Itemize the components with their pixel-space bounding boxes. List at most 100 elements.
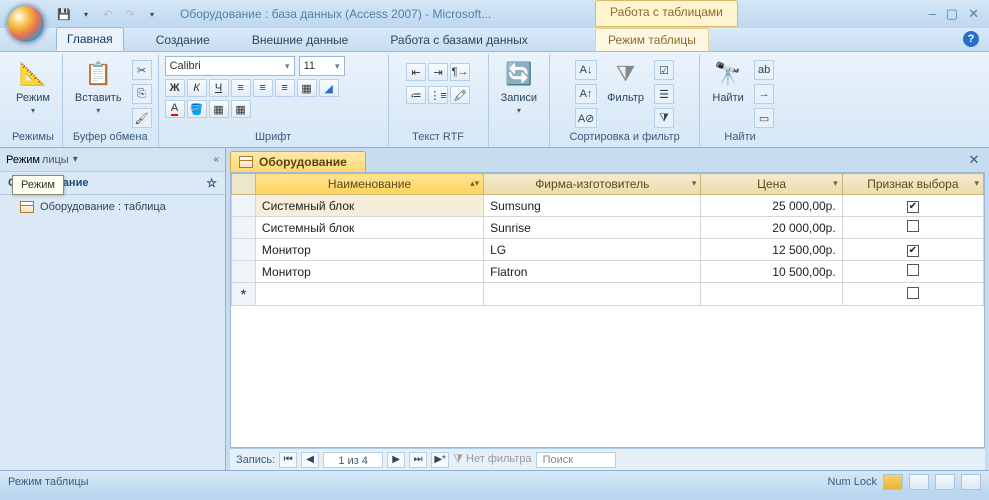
last-record-button[interactable]: ⏭ [409, 452, 427, 468]
align-right-button[interactable]: ≡ [275, 79, 295, 97]
cell-price[interactable]: 12 500,00р. [701, 239, 842, 261]
tab-home[interactable]: Главная [56, 27, 124, 51]
cell-flag[interactable]: ✔ [842, 239, 983, 261]
align-left-button[interactable]: ≡ [231, 79, 251, 97]
cell-price[interactable]: 10 500,00р. [701, 261, 842, 283]
document-tab[interactable]: Оборудование [230, 151, 366, 172]
row-selector[interactable] [232, 261, 256, 283]
record-search-field[interactable]: Поиск [536, 452, 616, 468]
row-selector[interactable] [232, 239, 256, 261]
indent-inc-button[interactable]: ⇥ [428, 63, 448, 81]
font-size-combo[interactable]: 11▾ [299, 56, 345, 76]
close-button[interactable]: ✕ [968, 6, 979, 22]
pivotchart-view-button[interactable] [935, 474, 955, 490]
sort-asc-button[interactable]: A↓ [575, 60, 597, 80]
select-button[interactable]: ▭ [754, 108, 774, 128]
office-button[interactable] [6, 4, 46, 44]
clear-sort-button[interactable]: A⊘ [575, 108, 597, 128]
cell-flag[interactable] [842, 261, 983, 283]
chevron-down-icon[interactable]: ▾ [73, 154, 78, 165]
table-row[interactable]: Системный блокSunrise20 000,00р. [232, 217, 984, 239]
grid2-button[interactable]: ▦ [231, 100, 251, 118]
restore-button[interactable]: ▢ [946, 6, 958, 22]
table-row[interactable]: МониторFlatron10 500,00р. [232, 261, 984, 283]
highlight-button[interactable]: 🖍 [450, 86, 470, 104]
cell-name[interactable]: Системный блок [255, 195, 483, 217]
table-row[interactable]: Системный блокSumsung25 000,00р.✔ [232, 195, 984, 217]
altcolor-button[interactable]: ◢ [319, 79, 339, 97]
numbers-button[interactable]: ⋮≡ [428, 86, 448, 104]
navpane-item-table[interactable]: Оборудование : таблица [0, 195, 225, 219]
selection-filter-button[interactable]: ☑ [654, 60, 674, 80]
column-header-flag[interactable]: Признак выбора▾ [842, 174, 983, 195]
row-selector[interactable] [232, 217, 256, 239]
cut-icon[interactable]: ✂ [132, 60, 152, 80]
grid-button[interactable]: ▦ [209, 100, 229, 118]
checkbox[interactable] [907, 264, 919, 276]
save-icon[interactable]: 💾 [56, 6, 72, 22]
redo-icon[interactable]: ↷ [122, 6, 138, 22]
cell-maker[interactable]: LG [484, 239, 701, 261]
datasheet-view-button[interactable] [883, 474, 903, 490]
replace-button[interactable]: ab [754, 60, 774, 80]
expand-icon[interactable]: ☆ [206, 176, 217, 190]
font-name-combo[interactable]: Calibri▾ [165, 56, 295, 76]
format-painter-icon[interactable]: 🖌 [132, 108, 152, 128]
collapse-pane-icon[interactable]: « [213, 154, 219, 165]
cell-flag[interactable] [842, 283, 983, 306]
first-record-button[interactable]: ⏮ [279, 452, 297, 468]
prev-record-button[interactable]: ◀ [301, 452, 319, 468]
tab-datasheet[interactable]: Режим таблицы [595, 28, 709, 51]
indent-dec-button[interactable]: ⇤ [406, 63, 426, 81]
paste-button[interactable]: 📋 Вставить ▾ [69, 56, 128, 117]
cell-flag[interactable] [842, 217, 983, 239]
checkbox[interactable]: ✔ [907, 245, 919, 257]
sort-desc-button[interactable]: A↑ [575, 84, 597, 104]
fill-color-button[interactable]: 🪣 [187, 100, 207, 118]
toggle-filter-button[interactable]: ⧩ [654, 108, 674, 128]
filter-button[interactable]: ⧩ Фильтр [601, 56, 650, 106]
tab-dbtools[interactable]: Работа с базами данных [380, 29, 537, 51]
cell-maker[interactable] [484, 283, 701, 306]
checkbox[interactable] [907, 287, 919, 299]
column-header-maker[interactable]: Фирма-изготовитель▾ [484, 174, 701, 195]
cell-maker[interactable]: Sunrise [484, 217, 701, 239]
font-color-button[interactable]: A [165, 100, 185, 118]
column-header-name[interactable]: Наименование▴▾ [255, 174, 483, 195]
records-button[interactable]: 🔄 Записи ▾ [495, 56, 544, 117]
pivottable-view-button[interactable] [909, 474, 929, 490]
cell-name[interactable]: Системный блок [255, 217, 483, 239]
bold-button[interactable]: Ж [165, 79, 185, 97]
design-view-button[interactable] [961, 474, 981, 490]
help-icon[interactable]: ? [963, 31, 979, 47]
next-record-button[interactable]: ▶ [387, 452, 405, 468]
tab-create[interactable]: Создание [146, 29, 220, 51]
checkbox[interactable]: ✔ [907, 201, 919, 213]
cell-maker[interactable]: Flatron [484, 261, 701, 283]
new-record-button[interactable]: ▶* [431, 452, 449, 468]
column-header-price[interactable]: Цена▾ [701, 174, 842, 195]
cell-maker[interactable]: Sumsung [484, 195, 701, 217]
navpane-header[interactable]: Режим лицы ▾ « [0, 148, 225, 172]
bullets-button[interactable]: ≔ [406, 86, 426, 104]
tab-external[interactable]: Внешние данные [242, 29, 359, 51]
align-center-button[interactable]: ≡ [253, 79, 273, 97]
view-button[interactable]: 📐 Режим ▾ [10, 56, 56, 117]
table-row[interactable]: МониторLG12 500,00р.✔ [232, 239, 984, 261]
find-button[interactable]: 🔭 Найти [706, 56, 750, 106]
checkbox[interactable] [907, 220, 919, 232]
undo-icon[interactable]: ↶ [100, 6, 116, 22]
copy-icon[interactable]: ⎘ [132, 84, 152, 104]
select-all-corner[interactable] [232, 174, 256, 195]
italic-button[interactable]: К [187, 79, 207, 97]
minimize-button[interactable]: – [929, 6, 936, 22]
cell-name[interactable]: Монитор [255, 261, 483, 283]
goto-button[interactable]: → [754, 84, 774, 104]
gridlines-button[interactable]: ▦ [297, 79, 317, 97]
underline-button[interactable]: Ч [209, 79, 229, 97]
row-selector[interactable] [232, 195, 256, 217]
advanced-filter-button[interactable]: ☰ [654, 84, 674, 104]
new-record-row[interactable]: * [232, 283, 984, 306]
cell-flag[interactable]: ✔ [842, 195, 983, 217]
ltr-button[interactable]: ¶→ [450, 63, 470, 81]
